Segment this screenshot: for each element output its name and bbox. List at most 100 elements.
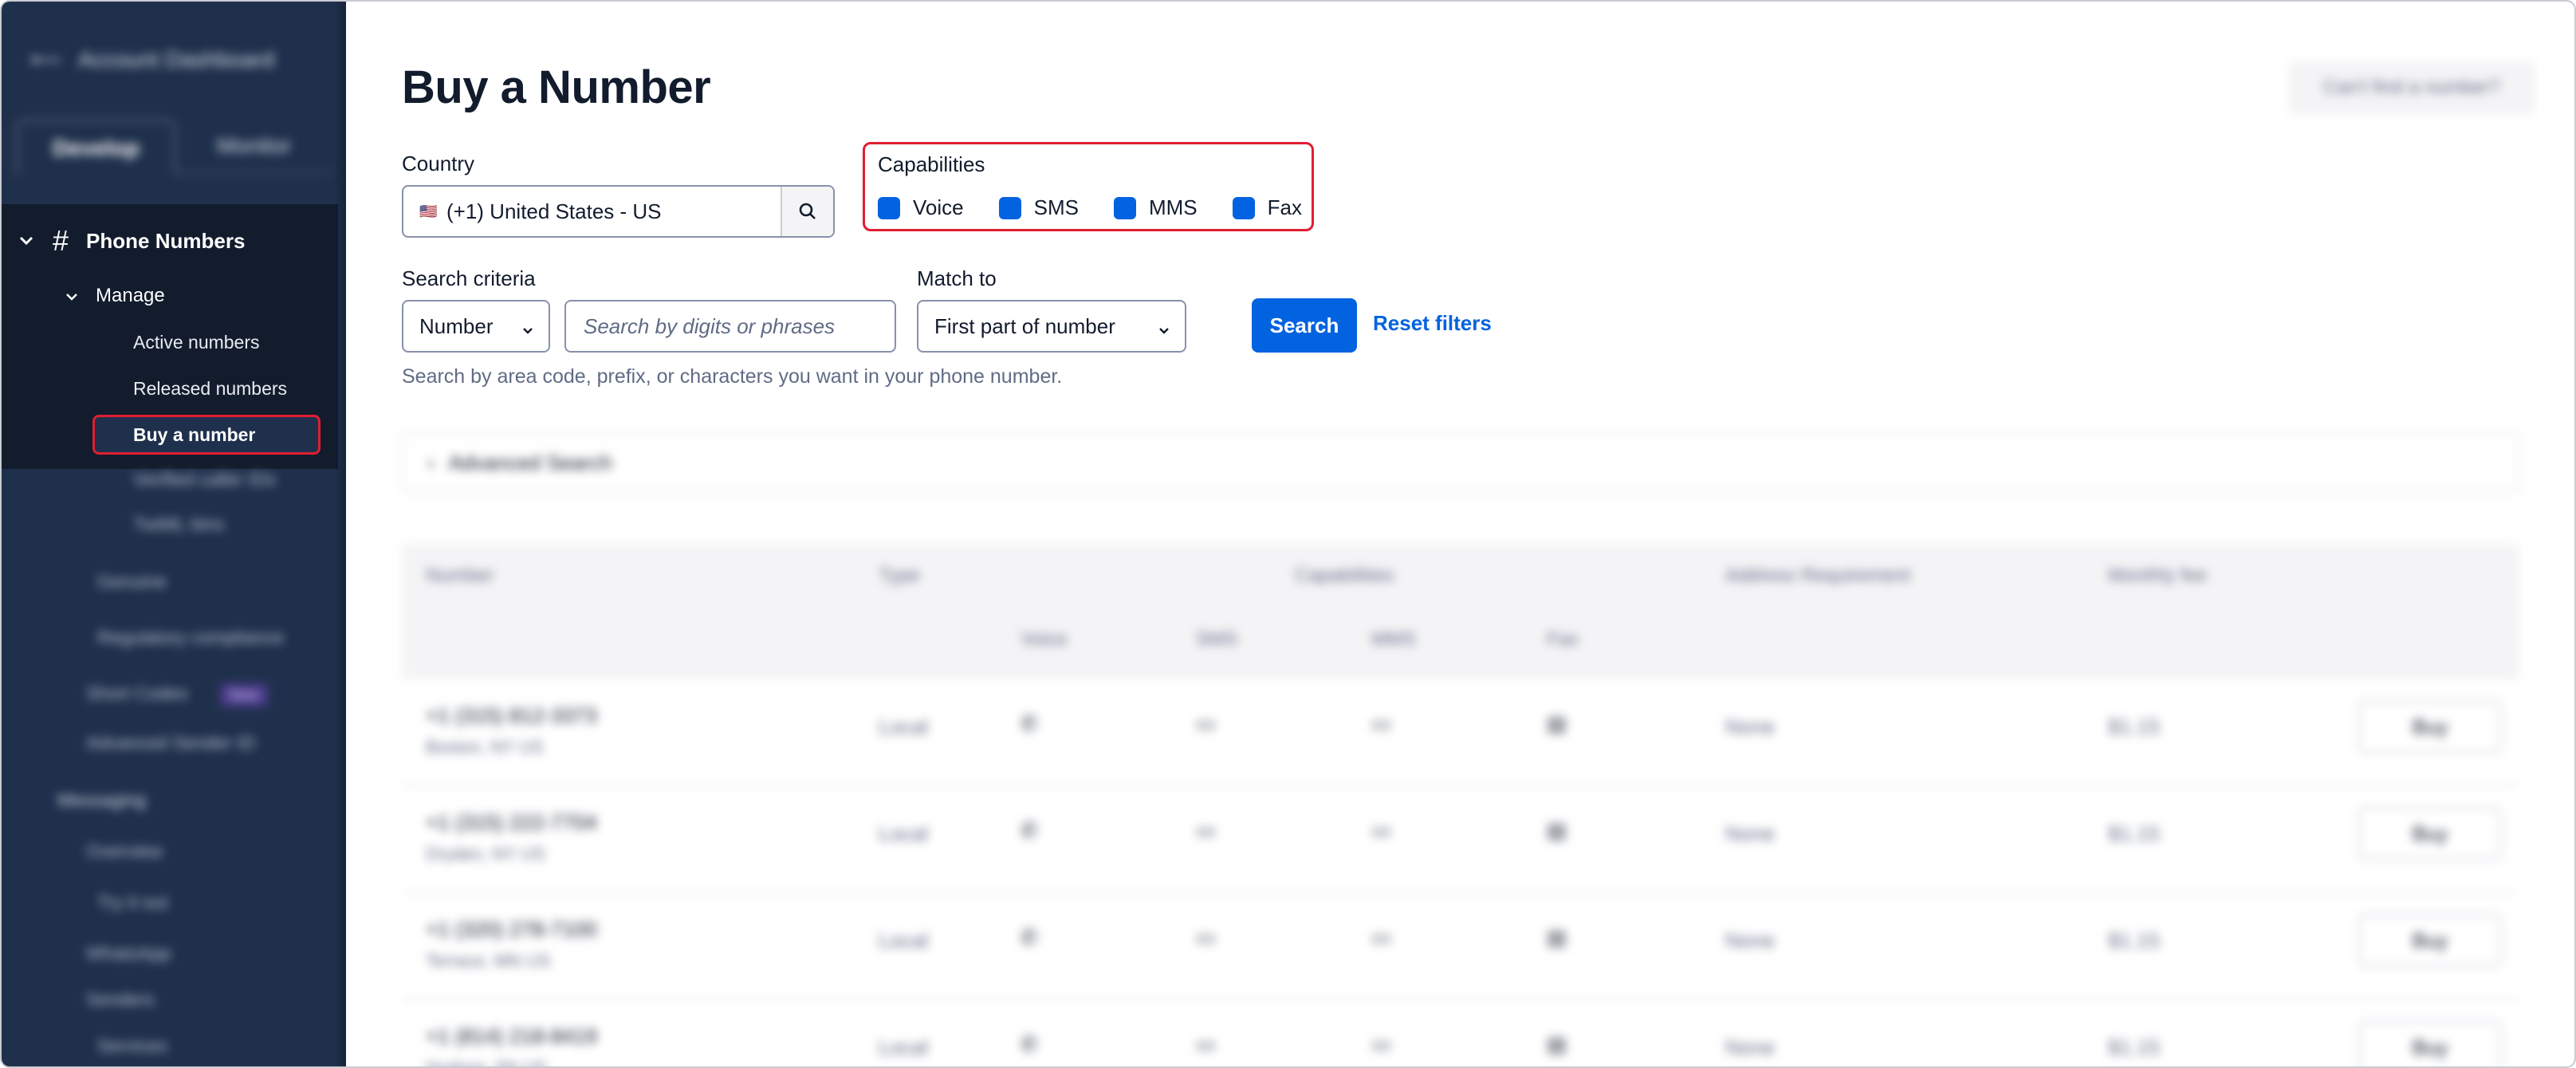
- tab-develop[interactable]: Develop: [16, 120, 176, 174]
- sidebar-item-phone-numbers[interactable]: # Phone Numbers: [19, 224, 245, 257]
- buy-button[interactable]: Buy: [2358, 700, 2502, 753]
- column-header-type: Type: [879, 565, 921, 586]
- row-address: None: [1725, 928, 1776, 952]
- row-type: Local: [879, 1035, 929, 1059]
- row-location: Terrace, MN US: [426, 951, 551, 971]
- search-icon: [799, 203, 816, 219]
- sidebar-item-short-codes[interactable]: Short Codes New: [86, 683, 268, 707]
- capability-label: Fax: [1267, 195, 1302, 219]
- row-number: +1 (814) 218-8419: [426, 1024, 597, 1048]
- sidebar-item-active-numbers[interactable]: Active numbers: [133, 329, 260, 356]
- new-badge: New: [219, 684, 268, 707]
- row-number: +1 (315) 812-3373: [426, 703, 597, 727]
- sidebar-item[interactable]: Overview: [86, 841, 163, 862]
- column-header-number: Number: [426, 565, 494, 586]
- buy-button[interactable]: Buy: [2358, 807, 2502, 860]
- row-address: None: [1725, 1035, 1776, 1059]
- hash-icon: #: [53, 224, 69, 257]
- row-number: +1 (315) 222-7704: [426, 810, 597, 834]
- table-row: +1 (315) 222-7704 Dryden, NY US Local ✆ …: [402, 786, 2519, 893]
- advanced-search-toggle[interactable]: › Advanced Search: [402, 432, 2519, 493]
- mms-icon: ▭: [1371, 711, 1391, 735]
- tab-monitor[interactable]: Monitor: [176, 120, 332, 174]
- main-content: Buy a Number Can't find a number? Countr…: [346, 2, 2574, 1066]
- row-fee: $1.15: [2108, 822, 2161, 845]
- mms-icon: ▭: [1371, 818, 1391, 842]
- match-to-label: Match to: [917, 266, 997, 290]
- column-subheader: Voice: [1021, 629, 1068, 650]
- chevron-down-icon: [65, 288, 78, 305]
- capability-sms-checkbox[interactable]: SMS: [998, 195, 1079, 220]
- row-address: None: [1725, 822, 1776, 845]
- checkbox-icon: [878, 196, 900, 219]
- column-header-address: Address Requirement: [1725, 565, 1911, 586]
- chevron-down-icon: [1158, 319, 1170, 344]
- sidebar-item[interactable]: Regulatory compliance: [97, 627, 284, 648]
- sidebar-item[interactable]: Senders: [86, 989, 155, 1011]
- mms-icon: ▭: [1371, 925, 1391, 949]
- sidebar-item[interactable]: TwiML bins: [133, 514, 224, 535]
- sms-icon: ▭: [1196, 818, 1216, 842]
- sidebar-item[interactable]: Genuine: [97, 571, 167, 593]
- capability-fax-checkbox[interactable]: Fax: [1232, 195, 1302, 220]
- sidebar-tabs: Develop Monitor: [16, 120, 332, 174]
- row-type: Local: [879, 822, 929, 845]
- row-location: Boston, NY US: [426, 737, 544, 757]
- capabilities-label: Capabilities: [878, 152, 985, 176]
- sidebar-item-released-numbers[interactable]: Released numbers: [133, 375, 287, 402]
- sidebar-item[interactable]: WhatsApp: [86, 943, 171, 964]
- row-location: Dryden, NY US: [426, 844, 545, 864]
- advanced-search-label: Advanced Search: [448, 450, 612, 475]
- sidebar-item-manage[interactable]: Manage: [65, 282, 165, 309]
- capabilities-group: Capabilities Voice SMS MMS Fax: [863, 142, 1314, 231]
- account-dashboard-link[interactable]: ⟵ Account Dashboard: [30, 46, 274, 73]
- sidebar-item[interactable]: Messaging: [57, 790, 146, 811]
- voice-icon: ✆: [1021, 818, 1038, 842]
- match-to-value: First part of number: [934, 313, 1115, 338]
- country-combobox[interactable]: 🇺🇸 (+1) United States - US: [402, 185, 835, 238]
- buy-button[interactable]: Buy: [2358, 1021, 2502, 1066]
- sidebar-item-buy-a-number[interactable]: Buy a number: [92, 415, 321, 455]
- sidebar-item-label: Short Codes: [86, 683, 188, 703]
- column-subheader: SMS: [1196, 629, 1238, 650]
- search-button[interactable]: Search: [1252, 298, 1357, 353]
- reset-filters-link[interactable]: Reset filters: [1373, 311, 1492, 336]
- country-value: (+1) United States - US: [446, 199, 662, 223]
- capability-mms-checkbox[interactable]: MMS: [1113, 195, 1198, 220]
- row-number: +1 (320) 278-7100: [426, 917, 597, 941]
- search-criteria-value: Number: [419, 313, 494, 338]
- row-address: None: [1725, 715, 1776, 739]
- column-subheader: Fax: [1547, 629, 1579, 650]
- capability-label: MMS: [1148, 195, 1198, 219]
- sidebar-item[interactable]: Services: [97, 1035, 167, 1057]
- sidebar: ⟵ Account Dashboard Develop Monitor # Ph…: [2, 2, 346, 1066]
- sidebar-item[interactable]: Advanced Sender ID: [86, 732, 255, 754]
- sms-icon: ▭: [1196, 1032, 1216, 1056]
- capability-voice-checkbox[interactable]: Voice: [878, 195, 964, 220]
- sidebar-item[interactable]: Try it out: [97, 892, 168, 913]
- checkbox-icon: [1232, 196, 1255, 219]
- buy-button[interactable]: Buy: [2358, 914, 2502, 967]
- page-title: Buy a Number: [402, 61, 711, 113]
- search-criteria-label: Search criteria: [402, 266, 536, 290]
- sidebar-edge: [335, 2, 346, 1066]
- sms-icon: ▭: [1196, 925, 1216, 949]
- match-to-select[interactable]: First part of number: [917, 300, 1186, 353]
- search-digits-field[interactable]: [584, 313, 887, 339]
- search-criteria-select[interactable]: Number: [402, 300, 550, 353]
- voice-icon: ✆: [1021, 1032, 1038, 1056]
- row-fee: $1.15: [2108, 715, 2161, 739]
- fax-icon: ▤: [1547, 925, 1567, 949]
- chevron-down-icon: [19, 232, 35, 250]
- country-label: Country: [402, 152, 475, 175]
- voice-icon: ✆: [1021, 711, 1038, 735]
- back-arrow-icon: ⟵: [30, 47, 63, 72]
- cant-find-number-button[interactable]: Can't find a number?: [2288, 61, 2535, 115]
- fax-icon: ▤: [1547, 818, 1567, 842]
- search-digits-input[interactable]: [564, 300, 896, 353]
- capability-label: SMS: [1033, 195, 1079, 219]
- app-window: ⟵ Account Dashboard Develop Monitor # Ph…: [0, 0, 2576, 1068]
- fax-icon: ▤: [1547, 711, 1567, 735]
- country-search-button[interactable]: [781, 187, 833, 236]
- sidebar-item[interactable]: Verified caller IDs: [133, 469, 276, 491]
